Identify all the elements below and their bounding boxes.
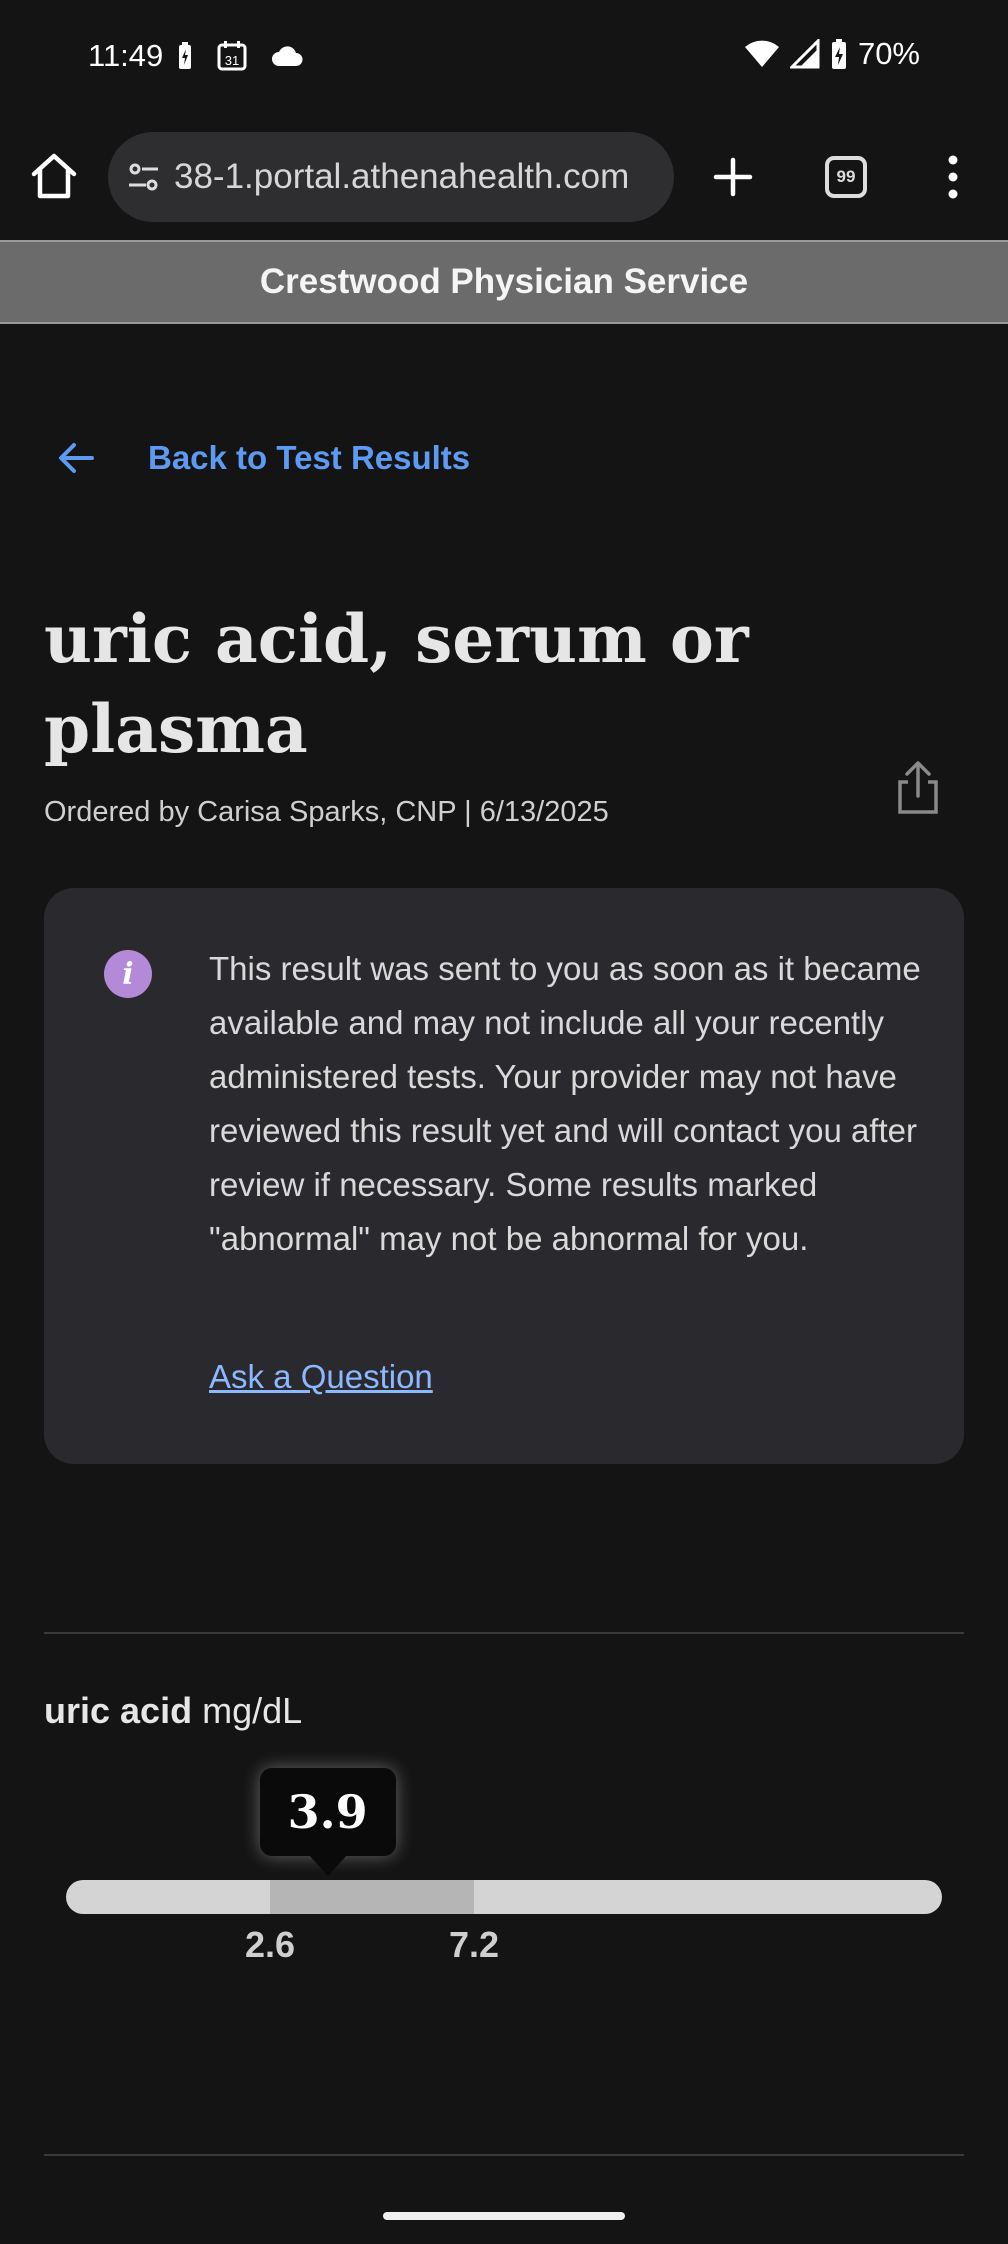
cloud-icon [272, 46, 303, 66]
battery-percent: 70% [857, 36, 920, 71]
measurement-name: uric acid [44, 1690, 193, 1731]
new-tab-icon[interactable] [712, 156, 754, 198]
browser-toolbar: 38-1.portal.athenahealth.com 99 [0, 116, 1008, 240]
practice-banner: Crestwood Physician Service [0, 240, 1008, 324]
calendar-icon: 31 [217, 41, 247, 71]
battery-saver-icon [179, 42, 191, 69]
status-bar: 11:49 31 70% [0, 0, 1008, 116]
info-icon: i [104, 950, 152, 998]
url-text[interactable]: 38-1.portal.athenahealth.com [174, 157, 629, 197]
status-time: 11:49 [88, 38, 164, 73]
site-settings-icon[interactable] [126, 159, 162, 195]
measurement-label: uric acid mg/dL [44, 1690, 302, 1732]
page-title: uric acid, serum or plasma [44, 600, 749, 768]
back-link-label[interactable]: Back to Test Results [148, 439, 470, 477]
divider [44, 1632, 964, 1634]
home-indicator[interactable] [383, 2212, 625, 2220]
result-value-pointer [307, 1854, 348, 1876]
back-to-results-link[interactable]: Back to Test Results [56, 438, 470, 478]
more-menu-icon[interactable] [946, 154, 960, 200]
url-bar[interactable]: 38-1.portal.athenahealth.com [108, 132, 674, 222]
wifi-icon [744, 40, 779, 67]
signal-icon [789, 39, 820, 69]
arrow-left-icon[interactable] [56, 438, 96, 478]
tabs-icon[interactable]: 99 [825, 156, 867, 198]
range-track [66, 1880, 942, 1914]
divider [44, 2154, 964, 2156]
result-value: 3.9 [287, 1785, 368, 1839]
ordered-by: Ordered by Carisa Sparks, CNP | 6/13/202… [44, 796, 609, 828]
range-high-label: 7.2 [448, 1924, 500, 1965]
practice-name: Crestwood Physician Service [259, 262, 749, 301]
share-icon[interactable] [892, 760, 944, 816]
status-right: 70% [744, 36, 920, 72]
result-notice-card: i This result was sent to you as soon as… [44, 888, 964, 1464]
notice-text: This result was sent to you as soon as i… [209, 950, 921, 1257]
home-icon[interactable] [28, 150, 80, 202]
status-left-icons: 31 [176, 40, 304, 72]
ask-question-link[interactable]: Ask a Question [209, 1358, 433, 1396]
measurement-unit: mg/dL [202, 1690, 303, 1731]
range-low-label: 2.6 [244, 1924, 296, 1965]
tab-count: 99 [836, 167, 856, 186]
battery-charging-icon [831, 39, 846, 69]
normal-range-band [270, 1880, 474, 1914]
result-value-bubble: 3.9 [259, 1768, 396, 1856]
svg-text:31: 31 [225, 53, 239, 68]
